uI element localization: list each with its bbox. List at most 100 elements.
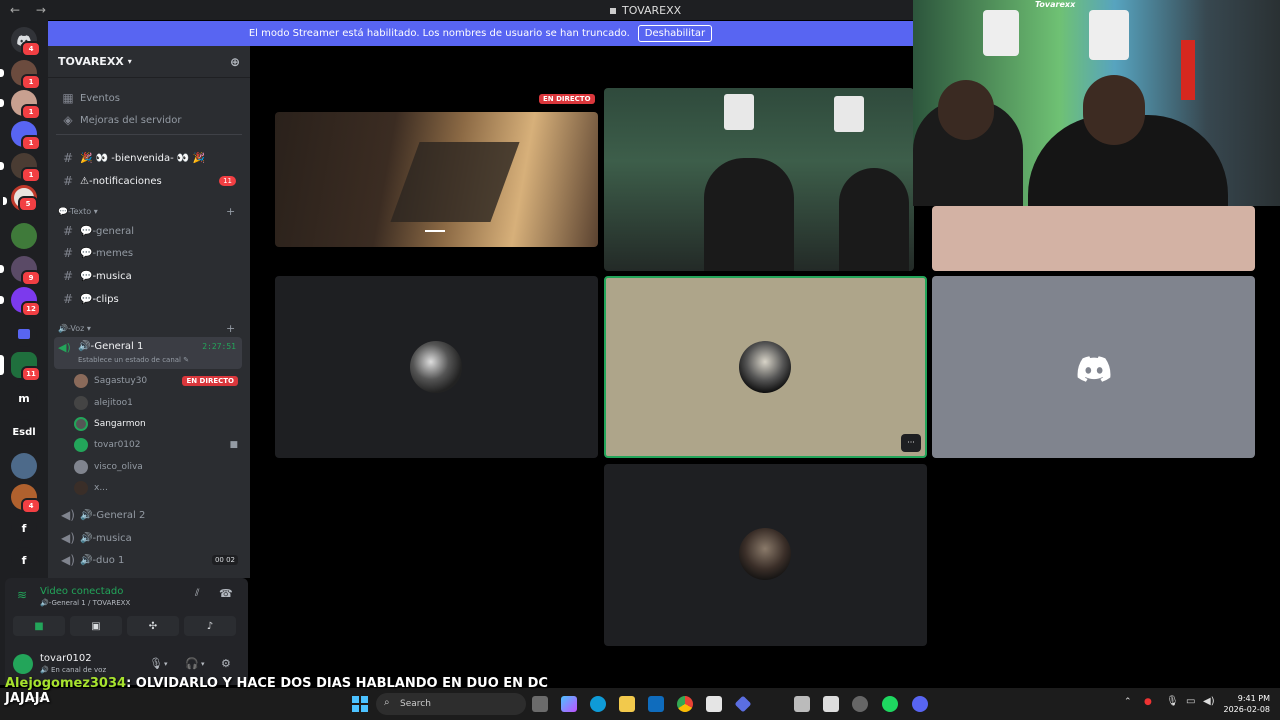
- screen-share-button[interactable]: ▣: [70, 616, 122, 636]
- system-clock[interactable]: 9:41 PM 2026-02-08: [1224, 693, 1271, 715]
- mail-icon[interactable]: [648, 696, 664, 712]
- tray-app-icon[interactable]: ●: [1144, 697, 1152, 707]
- participant-tile[interactable]: [604, 464, 927, 646]
- hash-icon: #: [62, 269, 74, 283]
- participant[interactable]: Sagastuy30 EN DIRECTO: [74, 371, 242, 391]
- speaker-icon: ◀): [61, 553, 75, 567]
- participant-tile[interactable]: [932, 206, 1255, 271]
- avatar: [410, 341, 462, 393]
- server-icon[interactable]: 1: [0, 153, 41, 183]
- headphones-icon[interactable]: 🎧: [185, 657, 199, 670]
- server-icon[interactable]: [11, 453, 37, 479]
- signal-icon[interactable]: ≋: [17, 588, 27, 602]
- voice-channel-duo-1[interactable]: ◀) 🔊-duo 1 00 02: [56, 550, 242, 570]
- chrome-icon[interactable]: [677, 696, 693, 712]
- activities-icon: ✣: [148, 620, 158, 632]
- channel-notificaciones[interactable]: # ⚠-notificaciones 11: [56, 171, 242, 191]
- boost-item[interactable]: ◈ Mejoras del servidor: [56, 110, 242, 130]
- app-icon: [610, 8, 616, 14]
- server-letter[interactable]: Esdl: [11, 419, 37, 445]
- participant-tile-speaking[interactable]: ···: [604, 276, 927, 458]
- avatar: [74, 460, 88, 474]
- server-icon[interactable]: 4: [11, 484, 41, 514]
- participant[interactable]: x...: [74, 478, 242, 498]
- voice-connection-panel: ≋ Video conectado 🔊-General 1 / TOVAREXX…: [5, 578, 248, 685]
- file-explorer-icon[interactable]: [619, 696, 635, 712]
- clock-time: 9:41 PM: [1237, 694, 1270, 703]
- channel-musica[interactable]: # 💬-musica: [56, 266, 242, 286]
- channel-clips[interactable]: # 💬-clips: [56, 289, 242, 309]
- voice-channel-general-2[interactable]: ◀) 🔊-General 2: [56, 505, 242, 525]
- obs-icon[interactable]: [852, 696, 868, 712]
- avatar: [74, 417, 88, 431]
- server-letter[interactable]: m: [11, 385, 37, 411]
- events-item[interactable]: ▦ Eventos: [56, 88, 242, 108]
- category-texto[interactable]: 💬-Texto ▾ +: [58, 205, 235, 218]
- channel-memes[interactable]: # 💬-memes: [56, 243, 242, 263]
- microphone-icon[interactable]: 🎙: [1166, 696, 1179, 707]
- server-icon[interactable]: 12: [0, 287, 41, 317]
- channel-status[interactable]: Establece un estado de canal ✎: [78, 356, 189, 364]
- flag: [1181, 40, 1195, 100]
- settings-gear-icon[interactable]: ⚙: [221, 657, 231, 670]
- camera-icon: ■: [34, 620, 44, 632]
- server-header[interactable]: TOVAREXX ▾ ⊕: [48, 46, 250, 78]
- volume-icon[interactable]: ◀): [1203, 696, 1215, 707]
- discord-taskbar-icon[interactable]: [912, 696, 928, 712]
- nav-arrows[interactable]: ← →: [10, 3, 52, 17]
- chevron-down-icon: ▾: [127, 57, 132, 66]
- discord-server-icon[interactable]: 1: [11, 121, 41, 151]
- user-limit: 00 02: [211, 555, 238, 565]
- server-icon[interactable]: 11: [0, 352, 41, 382]
- network-icon[interactable]: ▭: [1186, 696, 1195, 707]
- channel-sidebar: TOVAREXX ▾ ⊕ ▦ Eventos ◈ Mejoras del servi…: [48, 46, 250, 578]
- stream-tile-camera[interactable]: [604, 88, 914, 271]
- chevron-down-icon[interactable]: ▾: [201, 660, 205, 668]
- person-head: [938, 80, 994, 140]
- server-icon[interactable]: 1: [0, 60, 41, 90]
- video-stage: EN DIRECTO ···: [250, 46, 1255, 685]
- server-icon[interactable]: 5: [3, 185, 38, 212]
- avatar: [74, 374, 88, 388]
- channel-general[interactable]: # 💬-general: [56, 221, 242, 241]
- category-voz[interactable]: 🔊-Voz ▾ +: [58, 322, 235, 335]
- more-options-button[interactable]: ···: [901, 434, 921, 452]
- spotify-icon[interactable]: [882, 696, 898, 712]
- server-icon[interactable]: 9: [0, 256, 41, 286]
- discord-home-icon[interactable]: 4: [11, 27, 41, 57]
- microphone-icon[interactable]: 🎙: [149, 657, 163, 670]
- participant-tile[interactable]: [275, 276, 598, 458]
- tray-chevron-icon[interactable]: ⌃: [1124, 697, 1132, 707]
- soundboard-button[interactable]: ♪: [184, 616, 236, 636]
- voice-channel-musica[interactable]: ◀) 🔊-musica: [56, 528, 242, 548]
- server-icon[interactable]: 1: [0, 90, 41, 120]
- add-channel-icon[interactable]: +: [226, 322, 235, 335]
- connection-channel: 🔊-General 1 / TOVAREXX: [40, 599, 131, 607]
- crosshair: [425, 230, 445, 232]
- active-voice-channel[interactable]: ◀) 🔊-General 1 2:27:51 Establece un esta…: [54, 337, 242, 369]
- participant[interactable]: Sangarmon: [74, 414, 242, 434]
- activities-button[interactable]: ✣: [127, 616, 179, 636]
- chevron-down-icon[interactable]: ▾: [164, 660, 168, 668]
- noise-suppression-icon[interactable]: ⫽: [195, 588, 199, 599]
- add-channel-icon[interactable]: +: [226, 205, 235, 218]
- app-icon[interactable]: [734, 695, 752, 713]
- server-icon[interactable]: [11, 223, 37, 249]
- server-letter[interactable]: f: [11, 547, 37, 573]
- channel-bienvenida[interactable]: # 🎉 👀 -bienvenida- 👀 🎉: [56, 148, 242, 168]
- participant[interactable]: alejitoo1: [74, 393, 242, 413]
- notepad-icon[interactable]: [823, 696, 839, 712]
- participant[interactable]: tovar0102 ■: [74, 435, 242, 455]
- server-letter[interactable]: f: [11, 515, 37, 541]
- participant-tile[interactable]: [932, 276, 1255, 458]
- disable-button[interactable]: Deshabilitar: [637, 25, 713, 42]
- add-member-icon[interactable]: ⊕: [230, 55, 240, 69]
- stream-tile-game[interactable]: [275, 112, 598, 247]
- participant[interactable]: visco_oliva: [74, 457, 242, 477]
- tools-icon[interactable]: [794, 696, 810, 712]
- folder-icon[interactable]: [11, 321, 37, 347]
- camera-button[interactable]: ■: [13, 616, 65, 636]
- avatar[interactable]: [13, 654, 33, 674]
- disconnect-icon[interactable]: ☎: [219, 587, 233, 600]
- store-icon[interactable]: [706, 696, 722, 712]
